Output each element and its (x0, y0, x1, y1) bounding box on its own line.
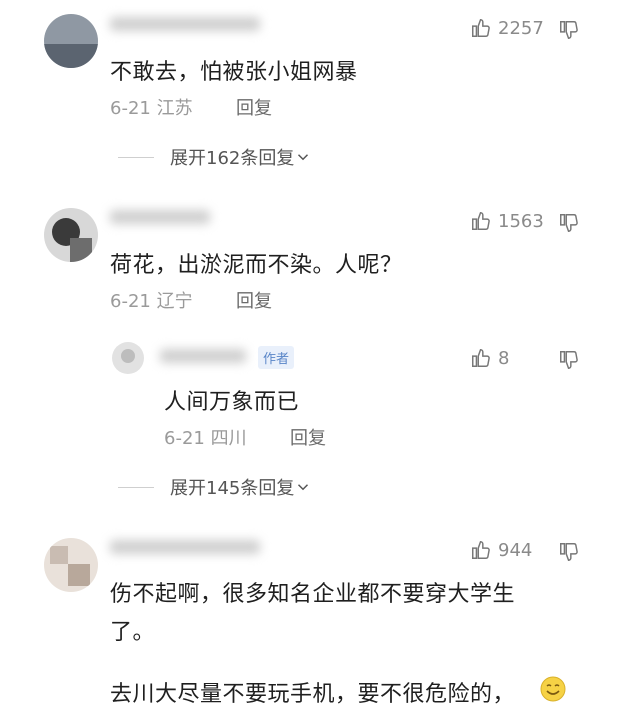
reply-meta: 6-21 四川 (164, 424, 247, 450)
expand-replies-button[interactable]: 展开145条回复 (118, 474, 312, 500)
comment-meta: 6-21 辽宁 (110, 287, 193, 313)
smile-emoji-icon (540, 676, 566, 702)
comment-text-line-2: 了。 (110, 620, 156, 645)
expand-replies-button[interactable]: 展开162条回复 (118, 144, 312, 170)
chevron-down-icon (298, 154, 309, 161)
chevron-down-icon (298, 484, 309, 491)
comment-meta: 6-21 江苏 (110, 94, 193, 120)
thumbs-down-icon[interactable] (558, 19, 580, 41)
comment-text: 荷花，出淤泥而不染。人呢？ (110, 253, 403, 278)
avatar[interactable] (44, 208, 98, 262)
footer-comment-text: 去川大尽量不要玩手机，要不很危险的， (110, 682, 516, 707)
comment-date: 6-21 (110, 291, 151, 312)
like-button[interactable]: 1563 (470, 210, 544, 232)
comment-date: 6-21 (110, 98, 151, 119)
like-button[interactable]: 8 (470, 347, 509, 369)
expand-replies-label: 展开145条回复 (170, 478, 295, 499)
reply-text: 人间万象而已 (164, 390, 300, 415)
reply-button[interactable]: 回复 (236, 287, 272, 313)
divider (118, 486, 154, 488)
reply-button[interactable]: 回复 (236, 94, 272, 120)
reply-date: 6-21 (164, 428, 205, 449)
thumbs-up-icon (472, 541, 490, 559)
avatar-image (44, 538, 98, 592)
username[interactable] (160, 349, 246, 363)
comment-location: 江苏 (156, 98, 193, 119)
thumbs-up-icon (472, 212, 490, 230)
avatar-image (44, 14, 98, 68)
avatar-image (112, 342, 144, 374)
comment-location: 辽宁 (156, 291, 193, 312)
reply-location: 四川 (210, 428, 247, 449)
thumbs-up-icon (472, 349, 490, 367)
like-button[interactable]: 944 (470, 539, 532, 561)
like-button[interactable]: 2257 (470, 17, 544, 39)
avatar-image (44, 208, 98, 262)
username[interactable] (110, 17, 260, 31)
like-count: 944 (498, 539, 533, 561)
thumbs-up-icon (472, 19, 490, 37)
divider (118, 156, 154, 158)
comment-text: 不敢去，怕被张小姐网暴 (110, 60, 358, 85)
avatar[interactable] (44, 538, 98, 592)
like-count: 1563 (498, 210, 544, 232)
avatar[interactable] (112, 342, 144, 374)
thumbs-down-icon[interactable] (558, 212, 580, 234)
like-count: 8 (498, 347, 510, 369)
expand-replies-label: 展开162条回复 (170, 148, 295, 169)
username[interactable] (110, 540, 260, 554)
comment-text-line-1: 伤不起啊，很多知名企业都不要穿大学生 (110, 582, 516, 607)
avatar[interactable] (44, 14, 98, 68)
author-badge: 作者 (258, 346, 295, 369)
like-count: 2257 (498, 17, 544, 39)
reply-button[interactable]: 回复 (290, 424, 326, 450)
username[interactable] (110, 210, 210, 224)
thumbs-down-icon[interactable] (558, 541, 580, 563)
thumbs-down-icon[interactable] (558, 349, 580, 371)
